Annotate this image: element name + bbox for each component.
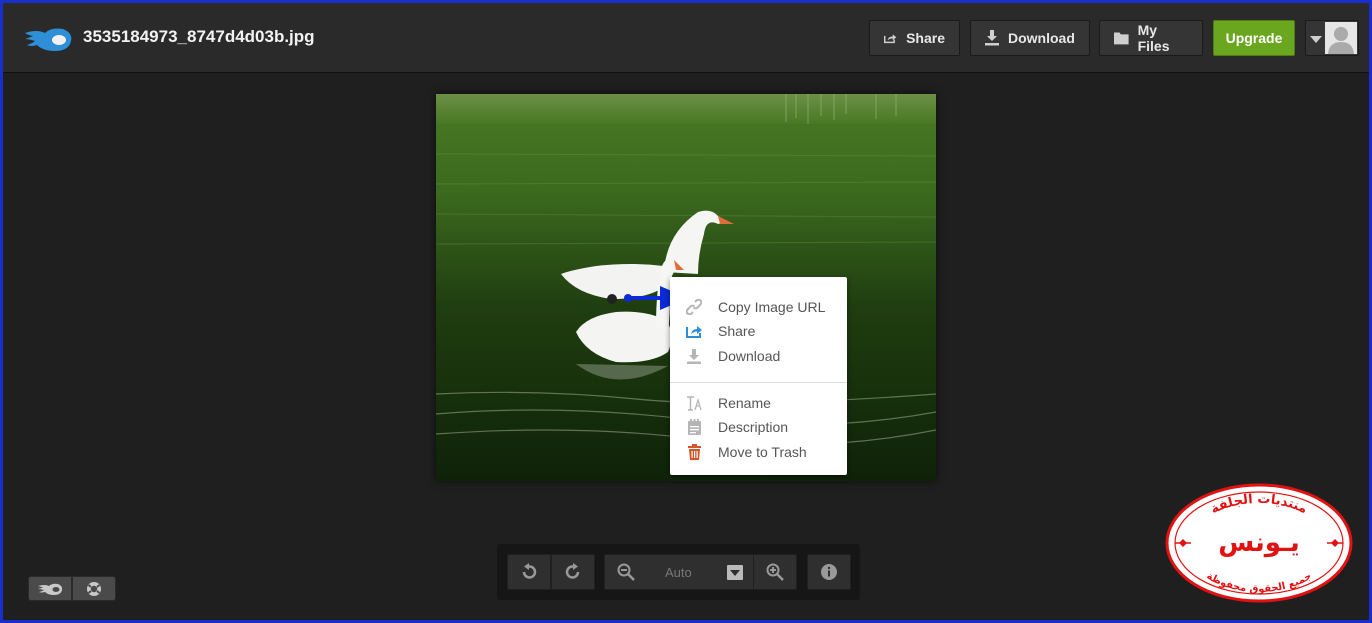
- top-bar: 3535184973_8747d4d03b.jpg Share Download…: [3, 3, 1369, 73]
- zoom-in-icon: [766, 563, 784, 581]
- menu-item-download[interactable]: Download: [670, 344, 847, 368]
- info-button[interactable]: [807, 554, 851, 590]
- menu-item-label: Rename: [718, 395, 771, 411]
- zoom-out-button[interactable]: [604, 554, 648, 590]
- menu-item-label: Description: [718, 419, 789, 435]
- help-button[interactable]: [72, 576, 116, 601]
- menu-item-move-to-trash[interactable]: Move to Trash: [670, 440, 847, 464]
- folder-icon: [1114, 32, 1129, 45]
- my-files-button[interactable]: My Files: [1099, 20, 1203, 56]
- zoom-level-value: Auto: [665, 564, 692, 580]
- rotate-right-button[interactable]: [551, 554, 595, 590]
- menu-item-description[interactable]: Description: [670, 415, 847, 439]
- download-icon: [687, 348, 701, 364]
- user-avatar-icon: [1325, 22, 1357, 54]
- stamp-center-text: يـونس: [1218, 528, 1299, 558]
- zoom-in-button[interactable]: [753, 554, 797, 590]
- info-icon: [821, 564, 837, 580]
- share-icon: [685, 326, 702, 338]
- download-icon: [985, 30, 999, 46]
- forum-watermark-stamp: منتديات الجلفة يـونس جميع الحقوق محفوظة: [1165, 483, 1353, 603]
- menu-item-share[interactable]: Share: [670, 319, 847, 343]
- menu-item-label: Share: [718, 323, 756, 339]
- rotate-left-button[interactable]: [507, 554, 551, 590]
- bottom-left-tools: [28, 576, 116, 601]
- share-button[interactable]: Share: [869, 20, 960, 56]
- upgrade-button[interactable]: Upgrade: [1213, 20, 1295, 56]
- share-icon: [884, 34, 897, 44]
- share-button-label: Share: [906, 30, 945, 46]
- notepad-icon: [687, 419, 701, 435]
- download-button-label: Download: [1008, 30, 1075, 46]
- mediafire-flame-icon: [38, 583, 63, 595]
- viewer-toolbar: Auto: [497, 544, 860, 600]
- rename-icon: [687, 395, 702, 411]
- upgrade-button-label: Upgrade: [1225, 30, 1283, 46]
- zoom-level-select[interactable]: Auto: [647, 554, 753, 590]
- file-name-title: 3535184973_8747d4d03b.jpg: [83, 27, 315, 46]
- link-icon: [686, 299, 702, 315]
- user-menu-button[interactable]: [1305, 20, 1359, 56]
- chevron-down-icon: [727, 565, 743, 580]
- zoom-out-icon: [617, 563, 635, 581]
- menu-item-label: Move to Trash: [718, 444, 807, 460]
- menu-item-label: Download: [718, 348, 781, 364]
- menu-separator: [670, 382, 847, 383]
- menu-item-label: Copy Image URL: [718, 299, 826, 315]
- mediafire-home-button[interactable]: [28, 576, 72, 601]
- rotate-right-icon: [565, 563, 580, 579]
- mediafire-logo-icon[interactable]: [23, 25, 73, 55]
- trash-icon: [687, 444, 701, 460]
- context-menu: Copy Image URL Share Download Rename Des…: [670, 277, 847, 475]
- lifebuoy-icon: [87, 581, 101, 596]
- download-button[interactable]: Download: [970, 20, 1090, 56]
- chevron-down-icon: [1310, 36, 1322, 43]
- rotate-left-icon: [522, 563, 537, 579]
- my-files-button-label: My Files: [1137, 22, 1170, 54]
- menu-item-copy-image-url[interactable]: Copy Image URL: [670, 295, 847, 319]
- menu-item-rename[interactable]: Rename: [670, 391, 847, 415]
